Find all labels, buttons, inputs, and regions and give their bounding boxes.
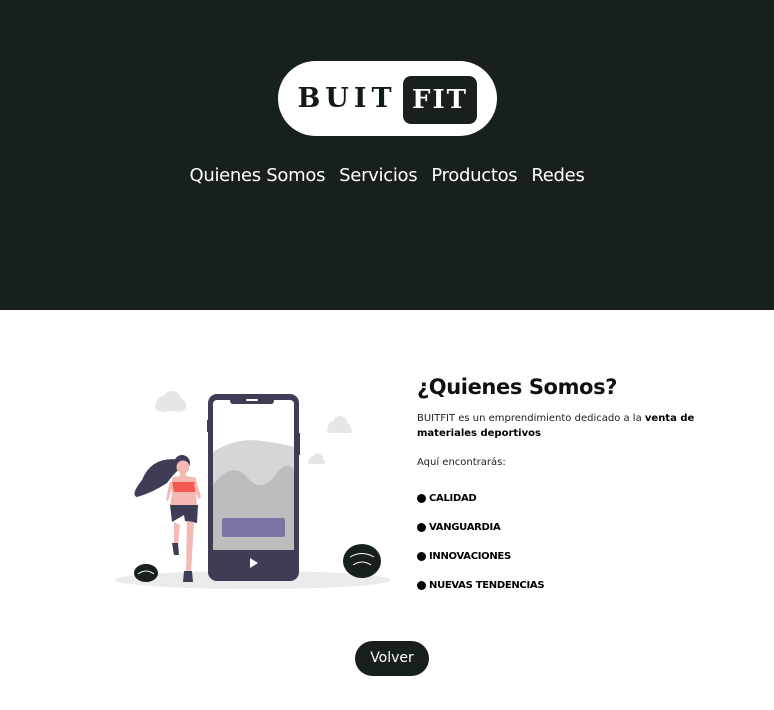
feature-label: NUEVAS TENDENCIAS bbox=[429, 580, 545, 591]
bullet-icon bbox=[417, 494, 426, 503]
nav-productos[interactable]: Productos bbox=[431, 163, 517, 189]
hero-header: BUIT FIT Quienes Somos Servicios Product… bbox=[0, 0, 774, 310]
nav-servicios[interactable]: Servicios bbox=[339, 163, 417, 189]
features-list: CALIDAD VANGUARDIA INNOVACIONES NUEVAS T… bbox=[417, 484, 707, 600]
logo-text-fit: FIT bbox=[412, 85, 468, 115]
feature-label: CALIDAD bbox=[429, 493, 477, 504]
list-item: CALIDAD bbox=[417, 484, 707, 513]
features-intro: Aquí encontrarás: bbox=[417, 457, 506, 468]
list-item: INNOVACIONES bbox=[417, 542, 707, 571]
list-item: NUEVAS TENDENCIAS bbox=[417, 571, 707, 600]
bullet-icon bbox=[417, 581, 426, 590]
back-button[interactable]: Volver bbox=[355, 641, 429, 676]
page-title: ¿Quienes Somos? bbox=[417, 375, 617, 399]
about-description: BUITFIT es un emprendimiento dedicado a … bbox=[417, 411, 707, 441]
fitness-app-illustration bbox=[115, 391, 391, 589]
bullet-icon bbox=[417, 523, 426, 532]
buitfit-logo[interactable]: BUIT FIT bbox=[278, 61, 497, 136]
nav-redes[interactable]: Redes bbox=[531, 163, 584, 189]
description-text: BUITFIT es un emprendimiento dedicado a … bbox=[417, 413, 645, 424]
feature-label: INNOVACIONES bbox=[429, 551, 511, 562]
bullet-icon bbox=[417, 552, 426, 561]
list-item: VANGUARDIA bbox=[417, 513, 707, 542]
logo-text-buit: BUIT bbox=[297, 83, 397, 114]
main-nav: Quienes Somos Servicios Productos Redes bbox=[0, 163, 774, 189]
nav-quienes-somos[interactable]: Quienes Somos bbox=[189, 163, 325, 189]
feature-label: VANGUARDIA bbox=[429, 522, 501, 533]
about-content: ¿Quienes Somos? BUITFIT es un emprendimi… bbox=[417, 373, 707, 600]
logo-fit-box: FIT bbox=[403, 76, 477, 124]
